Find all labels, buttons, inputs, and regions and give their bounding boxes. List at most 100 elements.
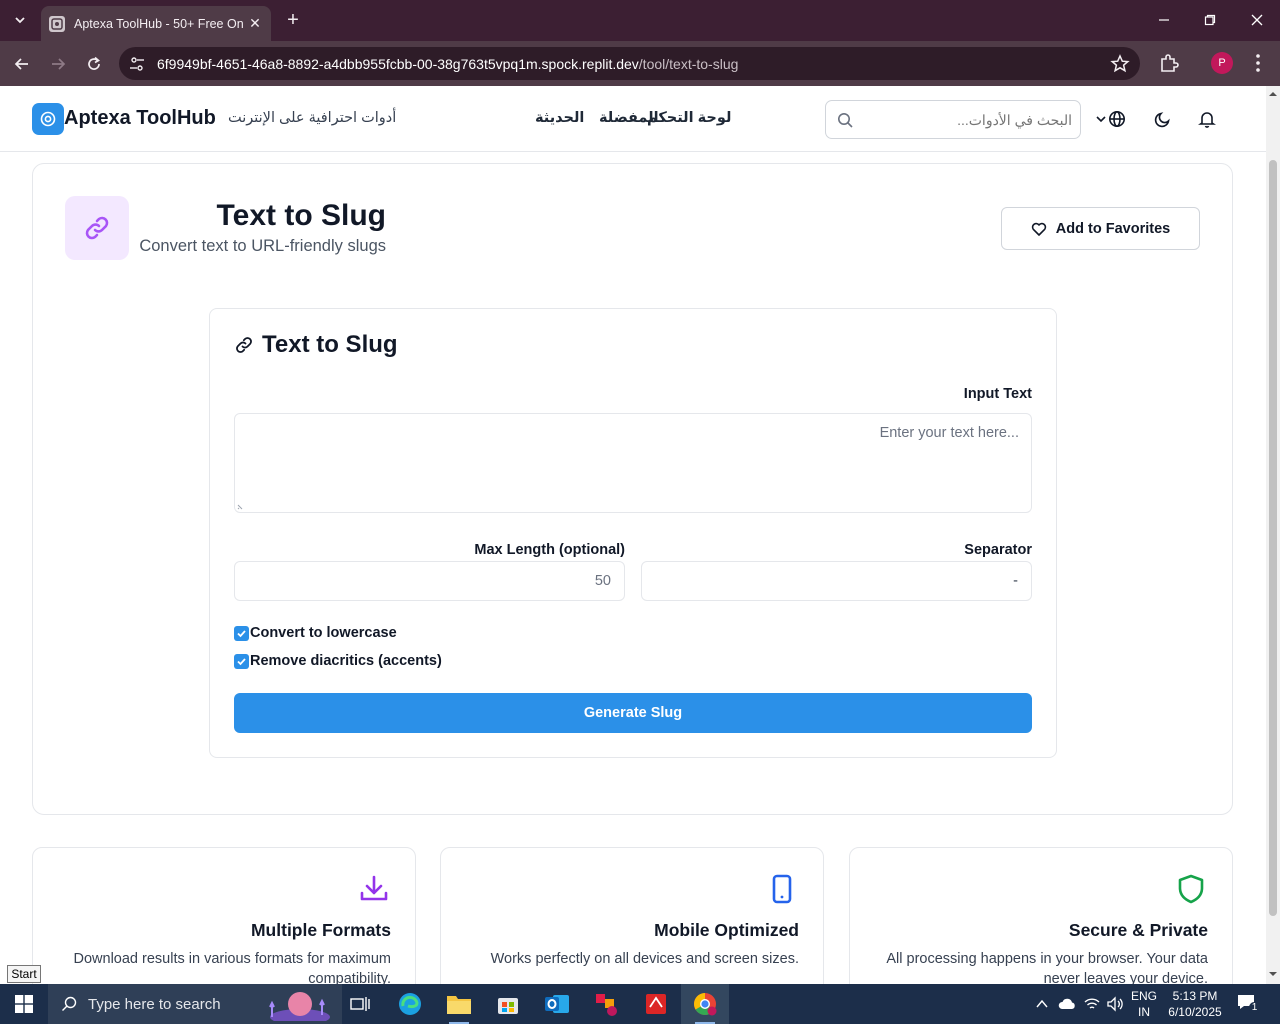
tool-search-input[interactable] [860,101,1072,138]
forward-button[interactable] [45,51,71,77]
brand-tagline: أدوات احترافية على الإنترنت [228,110,397,126]
generate-slug-button[interactable]: Generate Slug [234,693,1032,733]
taskbar-search-placeholder: Type here to search [88,996,221,1013]
link-icon [236,337,252,353]
form-title-text: Text to Slug [262,331,398,358]
nav-link-dashboard[interactable]: لوحة التحكم [647,110,731,126]
scroll-thumb[interactable] [1269,160,1277,916]
chevron-down-icon [15,17,25,24]
browser-tab-active[interactable]: Aptexa ToolHub - 50+ Free Onl ✕ [41,6,271,41]
tray-chevron-up-icon[interactable] [1035,998,1049,1010]
volume-icon[interactable] [1106,996,1124,1012]
taskbar-store[interactable] [484,984,532,1024]
site-settings-icon[interactable] [128,55,146,73]
minimize-button[interactable] [1151,8,1177,32]
windows-logo-icon [15,995,33,1013]
close-window-button[interactable] [1244,8,1270,32]
nav-link-favorites[interactable]: المفضلة [599,110,659,126]
language-indicator[interactable]: ENG IN [1130,988,1158,1020]
notification-count-badge: 1 [1249,1002,1260,1014]
back-button[interactable] [9,51,35,77]
download-icon [357,872,391,906]
search-icon [62,996,77,1011]
brand-name[interactable]: Aptexa ToolHub [64,107,216,130]
task-view-button[interactable] [336,984,384,1024]
restore-icon [1204,14,1216,26]
restore-button[interactable] [1197,8,1223,32]
resize-grip-icon[interactable] [237,502,245,510]
tab-favicon-icon [49,15,65,32]
taskbar-edge[interactable] [386,984,434,1024]
app-tiles-icon [596,994,617,1016]
taskbar-pdf-app[interactable] [632,984,680,1024]
scroll-down-icon[interactable] [1269,970,1277,978]
feature-card-formats: Multiple Formats Download results in var… [32,847,416,984]
separator-input[interactable]: - [641,561,1032,601]
lowercase-checkbox[interactable] [234,625,249,641]
start-button[interactable] [0,984,48,1024]
windows-taskbar: Type here to search ENG IN 5:13 PM 6/10/… [0,984,1280,1024]
taskbar-chrome[interactable] [681,984,729,1024]
heart-icon [1031,222,1046,236]
check-icon [237,629,246,637]
max-length-value: 50 [594,573,611,589]
notification-center-button[interactable]: 1 [1236,993,1260,1015]
form-title: Text to Slug [234,331,398,359]
taskbar-outlook[interactable] [533,984,581,1024]
tool-card: Text to Slug Convert text to URL-friendl… [32,163,1233,815]
tab-search-button[interactable] [7,8,33,32]
reload-icon [88,56,100,70]
bell-icon[interactable] [1196,108,1218,130]
tab-close-icon[interactable]: ✕ [247,15,263,32]
lowercase-label: Convert to lowercase [250,625,397,641]
globe-icon[interactable] [1106,108,1128,130]
minimize-icon [1159,19,1169,21]
extensions-icon[interactable] [1157,51,1181,75]
page-subtitle: Convert text to URL-friendly slugs [139,237,386,255]
address-url: 6f9949bf-4651-46a8-8892-a4dbb955fcbb-00-… [157,56,739,72]
dark-mode-moon-icon[interactable] [1152,108,1174,130]
tool-search-box[interactable] [825,100,1081,139]
arrow-left-icon [14,58,28,70]
taskbar-file-explorer[interactable] [435,984,483,1024]
close-icon [1251,14,1263,26]
diacritics-label: Remove diacritics (accents) [250,653,442,669]
profile-avatar[interactable]: P [1211,52,1233,74]
wifi-icon[interactable] [1084,996,1100,1012]
add-to-favorites-label: Add to Favorites [1055,220,1171,237]
bookmark-star-icon[interactable] [1110,54,1130,74]
diacritics-option[interactable]: Remove diacritics (accents) [234,653,442,669]
feature-description: Download results in various formats for … [73,951,392,984]
onedrive-cloud-icon[interactable] [1058,996,1076,1012]
lowercase-option[interactable]: Convert to lowercase [234,625,397,641]
page-title: Text to Slug [216,199,386,232]
smartphone-icon [765,872,799,906]
feature-title: Secure & Private [1068,920,1208,940]
logo-icon[interactable] [32,103,64,135]
add-to-favorites-button[interactable]: Add to Favorites [1001,207,1200,250]
taskbar-search-box[interactable]: Type here to search [48,984,342,1024]
browser-toolbar: 6f9949bf-4651-46a8-8892-a4dbb955fcbb-00-… [0,41,1280,86]
max-length-input[interactable]: 50 [234,561,625,601]
address-bar[interactable]: 6f9949bf-4651-46a8-8892-a4dbb955fcbb-00-… [119,47,1140,80]
page-viewport: Aptexa ToolHub أدوات احترافية على الإنتر… [0,86,1266,984]
scroll-up-icon[interactable] [1269,90,1277,98]
feature-description: All processing happens in your browser. … [886,951,1208,984]
search-highlight-illustration-icon [269,992,330,1021]
task-view-icon [350,997,370,1011]
more-menu-icon[interactable] [1248,52,1268,74]
separator-label: Separator [964,542,1032,558]
reload-button[interactable] [81,51,107,77]
page-scrollbar[interactable] [1266,86,1280,984]
nav-link-recent[interactable]: الحديثة [535,110,584,126]
diacritics-checkbox[interactable] [234,653,249,669]
clock[interactable]: 5:13 PM 6/10/2025 [1164,988,1226,1020]
new-tab-button[interactable]: + [283,8,303,32]
input-text-area[interactable]: Enter your text here... [234,413,1032,513]
edge-icon [399,993,421,1015]
check-icon [237,657,246,665]
browser-tab-bar: Aptexa ToolHub - 50+ Free Onl ✕ + [0,0,1280,41]
feature-card-mobile: Mobile Optimized Works perfectly on all … [440,847,824,984]
pdf-icon [646,994,666,1014]
taskbar-app-profile[interactable] [582,984,630,1024]
